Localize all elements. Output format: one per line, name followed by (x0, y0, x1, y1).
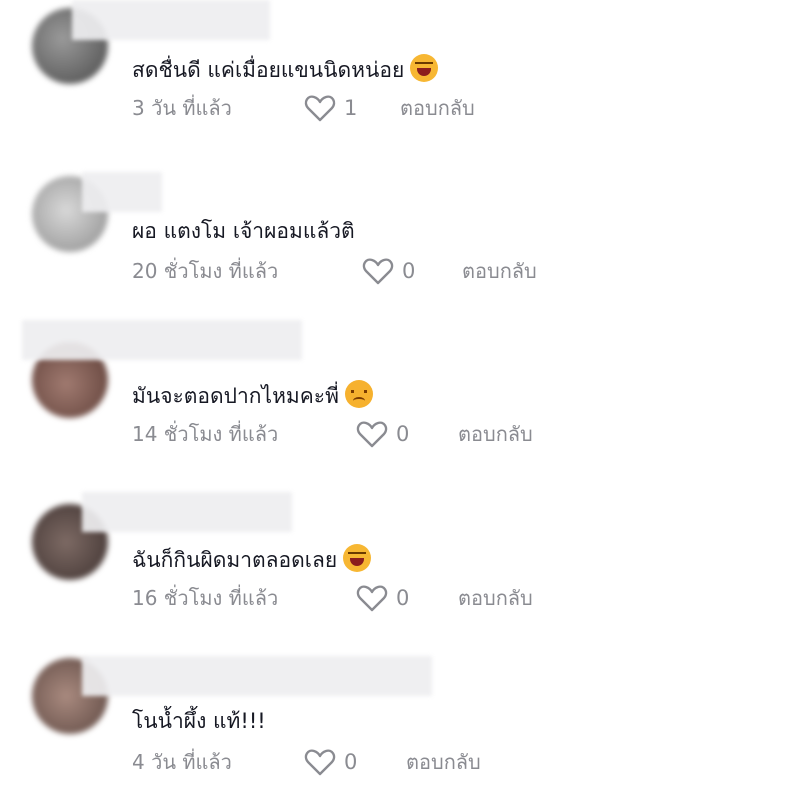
comment-text: สดชื่นดี แค่เมื่อยแขนนิดหน่อย (132, 54, 439, 85)
reply-button[interactable]: ตอบกลับ (458, 420, 533, 448)
comment-text: โนน้ำผึ้ง แท้!!! (132, 709, 266, 733)
comment-item: มันจะตอดปากไหมคะพี่ 14 ชั่วโมง ที่แล้ว 0… (0, 320, 788, 480)
like-count: 0 (396, 422, 410, 446)
like-button[interactable]: 0 (362, 257, 415, 285)
heart-icon (304, 749, 336, 776)
username-blurred[interactable] (82, 172, 162, 212)
comment-item: โนน้ำผึ้ง แท้!!! 4 วัน ที่แล้ว 0 ตอบกลับ (0, 652, 788, 812)
comment-item: ฉันก็กินผิดมาตลอดเลย 16 ชั่วโมง ที่แล้ว … (0, 490, 788, 650)
reply-button[interactable]: ตอบกลับ (458, 584, 533, 612)
disappointed-face-emoji-icon (344, 380, 373, 408)
comment-time: 14 ชั่วโมง ที่แล้ว (132, 422, 279, 446)
comment-time: 20 ชั่วโมง ที่แล้ว (132, 259, 279, 283)
comment-time: 3 วัน ที่แล้ว (132, 96, 232, 120)
like-count: 0 (402, 259, 416, 283)
reply-button[interactable]: ตอบกลับ (462, 257, 537, 285)
comment-text: ฉันก็กินผิดมาตลอดเลย (132, 544, 372, 575)
heart-icon (356, 421, 388, 448)
heart-icon (356, 585, 388, 612)
laughing-tears-emoji-icon (343, 544, 372, 572)
comment-item: สดชื่นดี แค่เมื่อยแขนนิดหน่อย 3 วัน ที่แ… (0, 0, 788, 160)
comment-text: มันจะตอดปากไหมคะพี่ (132, 380, 373, 411)
comment-item: ผอ แตงโม เจ้าผอมแล้วติ 20 ชั่วโมง ที่แล้… (0, 166, 788, 326)
comment-time: 4 วัน ที่แล้ว (132, 750, 232, 774)
like-button[interactable]: 0 (356, 584, 409, 612)
laughing-tears-emoji-icon (410, 54, 439, 82)
username-blurred[interactable] (82, 656, 432, 696)
heart-icon (362, 258, 394, 285)
username-blurred[interactable] (82, 492, 292, 532)
like-count: 0 (344, 750, 358, 774)
username-blurred[interactable] (22, 320, 302, 360)
comment-time: 16 ชั่วโมง ที่แล้ว (132, 586, 279, 610)
reply-button[interactable]: ตอบกลับ (406, 748, 481, 776)
like-button[interactable]: 0 (304, 748, 357, 776)
like-count: 1 (344, 96, 358, 120)
like-button[interactable]: 1 (304, 94, 357, 122)
reply-button[interactable]: ตอบกลับ (400, 94, 475, 122)
username-blurred[interactable] (72, 0, 270, 40)
like-button[interactable]: 0 (356, 420, 409, 448)
comment-text: ผอ แตงโม เจ้าผอมแล้วติ (132, 219, 355, 243)
like-count: 0 (396, 586, 410, 610)
heart-icon (304, 95, 336, 122)
